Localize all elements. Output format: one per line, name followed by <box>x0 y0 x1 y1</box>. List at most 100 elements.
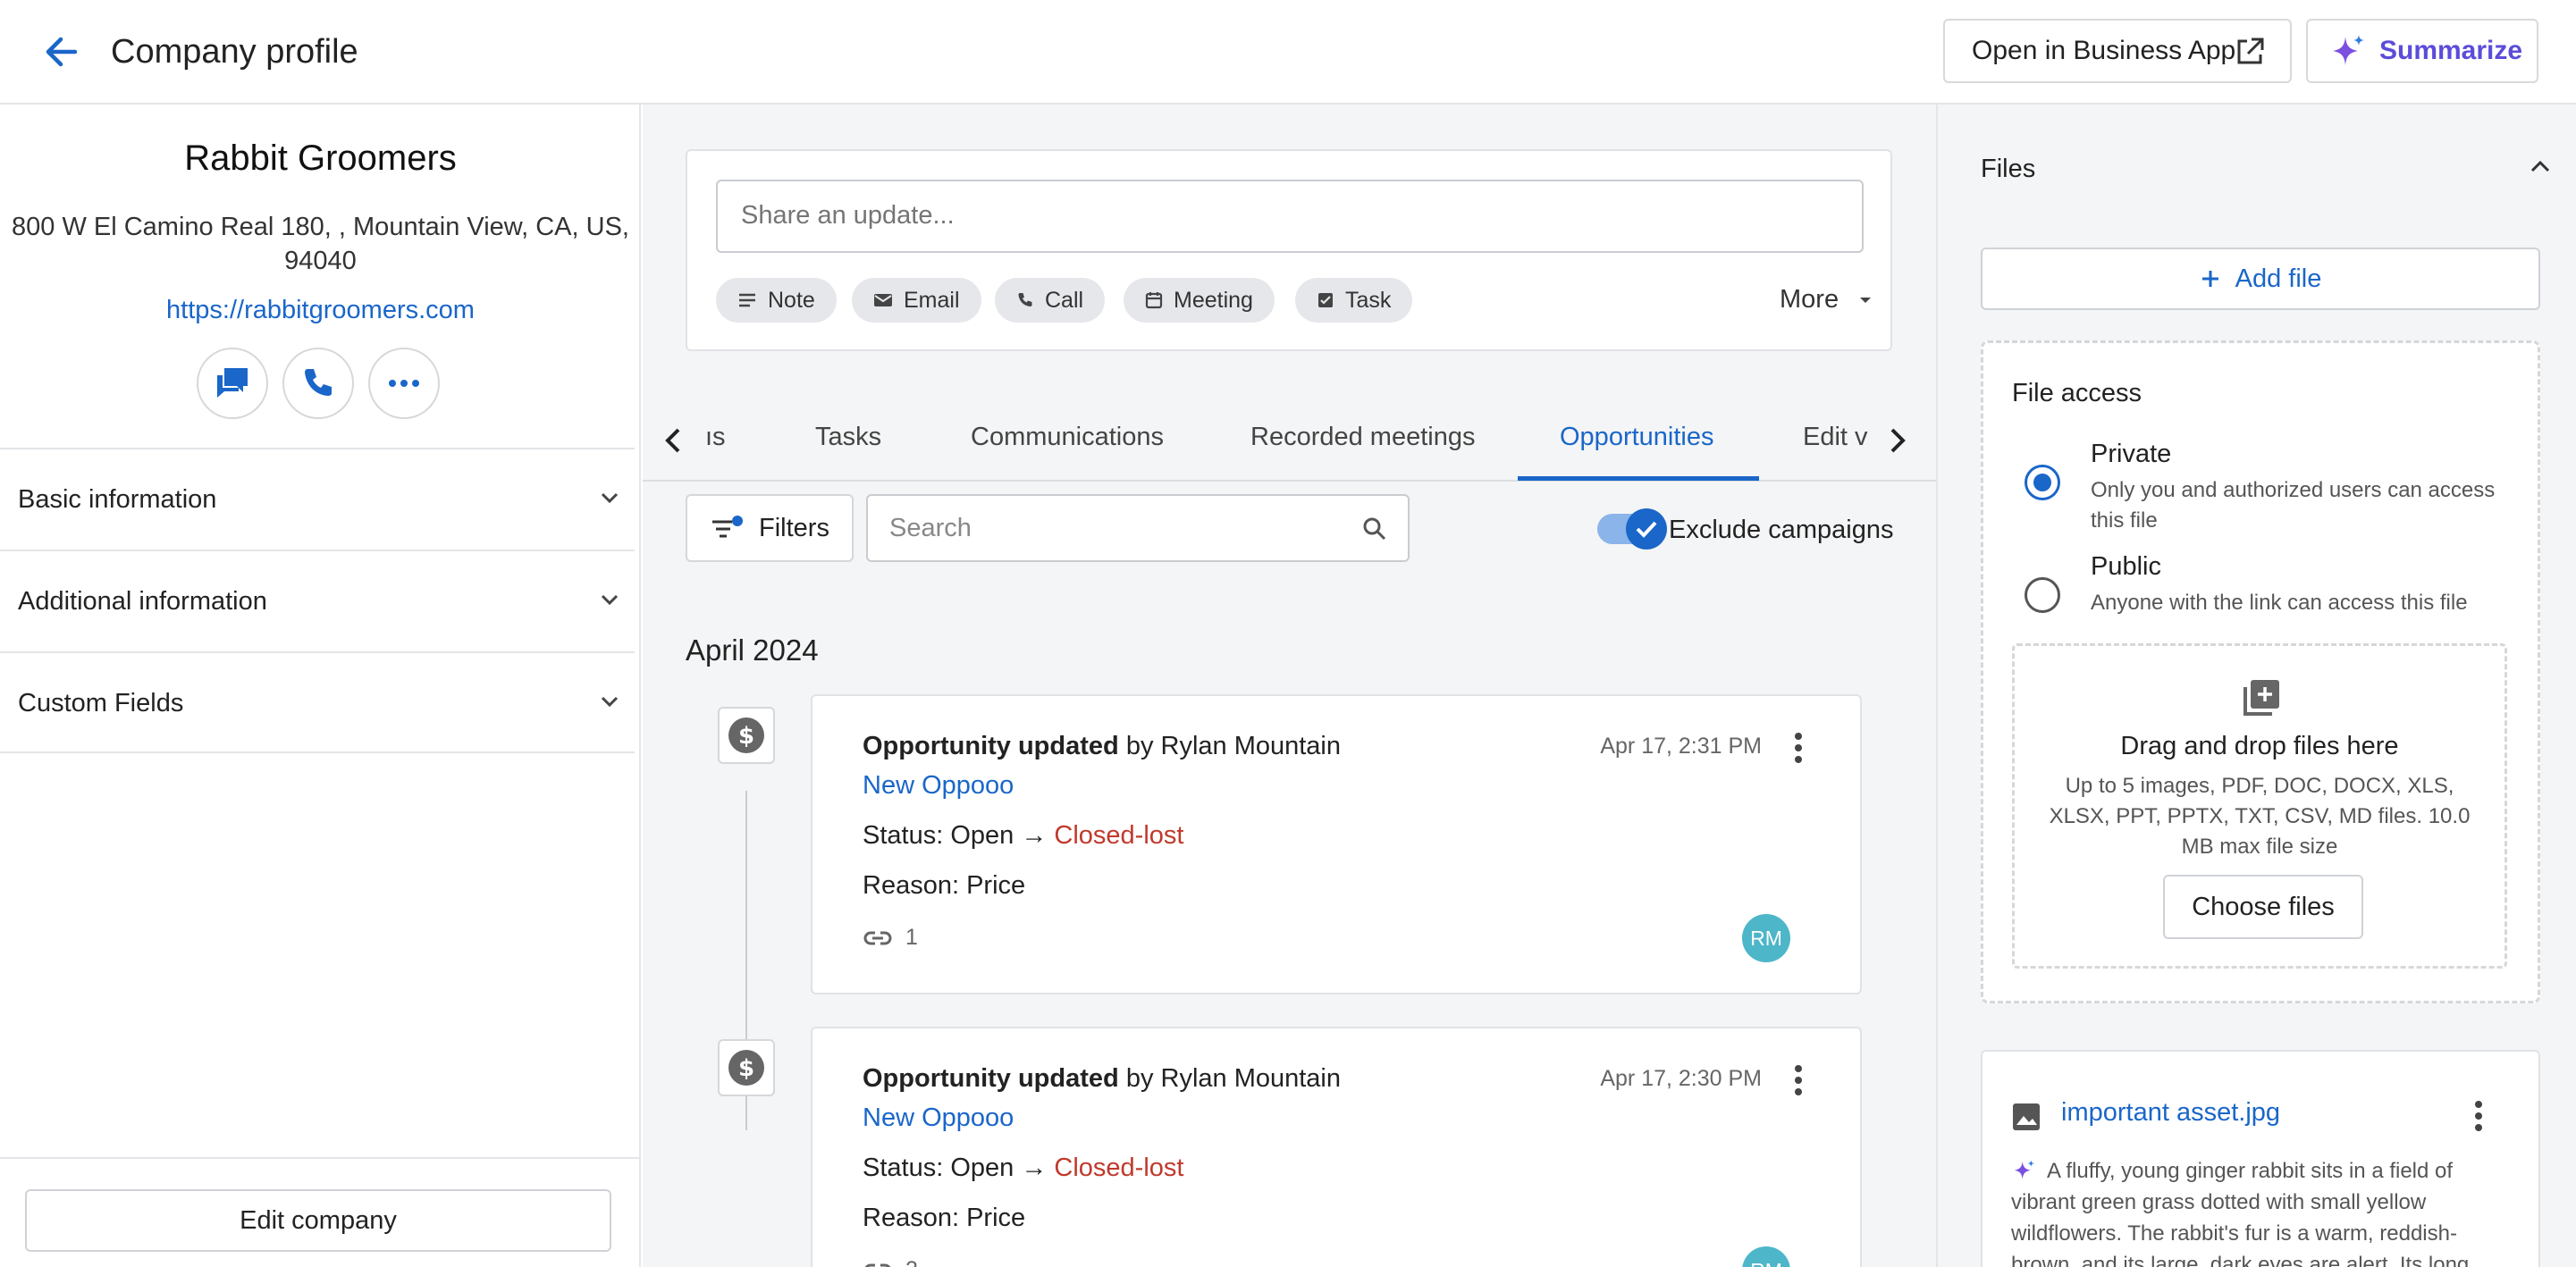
drop-description: Up to 5 images, PDF, DOC, DOCX, XLS, XLS… <box>2049 774 2471 859</box>
page-title: Company profile <box>111 33 358 71</box>
chip-label: Call <box>1045 287 1084 313</box>
email-icon <box>873 292 893 308</box>
filter-icon <box>711 515 746 541</box>
activity-panel: Note Email Call Meeting Task More ıs Tas… <box>643 105 1936 1267</box>
file-name-link[interactable]: important asset.jpg <box>2061 1098 2280 1128</box>
status-prefix: Status: Open → <box>863 1154 1055 1182</box>
file-access-box: File access Private Only you and authori… <box>1981 340 2540 1003</box>
public-description: Anyone with the link can access this fil… <box>2091 591 2468 615</box>
tab-opportunities[interactable]: Opportunities <box>1560 423 1714 452</box>
tab-tasks[interactable]: Tasks <box>815 423 881 452</box>
entry-headline: Opportunity updated by Rylan Mountain <box>863 1064 1341 1094</box>
section-additional-information[interactable]: Additional information <box>0 550 635 651</box>
file-access-heading: File access <box>2012 379 2142 407</box>
entry-links[interactable]: 1 <box>863 925 918 951</box>
exclude-campaigns-toggle[interactable] <box>1597 508 1667 550</box>
company-name: Rabbit Groomers <box>184 138 457 178</box>
entry-action: Opportunity updated <box>863 1064 1119 1093</box>
search-icon <box>1361 516 1388 542</box>
status-closed-lost: Closed-lost <box>1054 821 1184 850</box>
tab-edit-view[interactable]: Edit v <box>1803 423 1868 452</box>
opportunity-link[interactable]: New Oppooo <box>863 771 1014 801</box>
plus-icon <box>2200 268 2221 289</box>
call-button[interactable] <box>282 348 354 419</box>
app-header: Company profile Open in Business App Sum… <box>0 0 2576 105</box>
chip-label: Meeting <box>1174 287 1253 313</box>
more-vertical-icon[interactable] <box>1794 1064 1803 1096</box>
filters-label: Filters <box>759 513 829 542</box>
more-vertical-icon[interactable] <box>2474 1100 2483 1132</box>
opportunity-link[interactable]: New Oppooo <box>863 1103 1014 1133</box>
link-count: 1 <box>905 925 918 950</box>
private-radio[interactable] <box>2025 465 2060 500</box>
entry-links[interactable]: 2 <box>863 1257 918 1267</box>
chevron-up-icon[interactable] <box>2528 155 2553 180</box>
chevron-right-icon[interactable] <box>1883 423 1910 458</box>
chevron-down-icon <box>597 689 622 714</box>
image-file-icon <box>2011 1102 2041 1132</box>
public-title: Public <box>2091 552 2161 581</box>
toggle-knob <box>1626 508 1667 550</box>
tab-recorded-meetings[interactable]: Recorded meetings <box>1250 423 1475 452</box>
check-icon <box>1634 518 1659 540</box>
back-arrow-icon[interactable] <box>39 30 86 73</box>
status-closed-lost: Closed-lost <box>1054 1154 1184 1182</box>
add-file-button[interactable]: Add file <box>1981 248 2540 310</box>
chip-label: Note <box>768 287 815 313</box>
chevron-down-icon <box>597 485 622 510</box>
link-count: 2 <box>905 1257 918 1267</box>
svg-text:$: $ <box>738 723 754 750</box>
more-vertical-icon[interactable] <box>1794 732 1803 764</box>
more-dropdown[interactable]: More <box>1780 285 1873 315</box>
call-chip[interactable]: Call <box>995 278 1106 323</box>
phone-icon <box>300 365 336 401</box>
tab-communications[interactable]: Communications <box>971 423 1164 452</box>
entry-author: by Rylan Mountain <box>1125 732 1341 760</box>
share-update-input[interactable] <box>716 180 1864 253</box>
public-radio[interactable] <box>2025 577 2060 613</box>
meeting-chip[interactable]: Meeting <box>1124 278 1275 323</box>
activity-tabs: ıs Tasks Communications Recorded meeting… <box>643 399 1936 482</box>
timeline-card: Opportunity updated by Rylan Mountain Ap… <box>811 694 1862 994</box>
sidebar-footer: Edit company <box>0 1157 641 1267</box>
open-in-business-app-button[interactable]: Open in Business App <box>1943 19 2292 83</box>
search-input[interactable]: Search <box>866 494 1410 562</box>
company-website-link[interactable]: https://rabbitgroomers.com <box>0 296 641 325</box>
file-drop-zone[interactable]: Drag and drop files here Up to 5 images,… <box>2012 643 2507 969</box>
status-prefix: Status: Open → <box>863 821 1055 850</box>
choose-files-button[interactable]: Choose files <box>2163 875 2363 939</box>
avatar: RM <box>1742 1246 1790 1267</box>
note-chip[interactable]: Note <box>716 278 837 323</box>
filters-button[interactable]: Filters <box>686 494 854 562</box>
section-basic-information[interactable]: Basic information <box>0 448 635 550</box>
edit-company-button[interactable]: Edit company <box>25 1189 611 1252</box>
timeline-card: Opportunity updated by Rylan Mountain Ap… <box>811 1027 1862 1267</box>
tab-truncated[interactable]: ıs <box>705 423 726 452</box>
entry-date: Apr 17, 2:30 PM <box>1600 1066 1762 1091</box>
caret-down-icon <box>1858 296 1873 305</box>
entry-action: Opportunity updated <box>863 732 1119 760</box>
private-description: Only you and authorized users can access… <box>2091 478 2496 533</box>
entry-date: Apr 17, 2:31 PM <box>1600 734 1762 759</box>
link-icon <box>863 1261 893 1267</box>
company-address: 800 W El Camino Real 180, , Mountain Vie… <box>12 213 629 275</box>
section-label: Additional information <box>18 587 267 616</box>
more-actions-button[interactable] <box>368 348 440 419</box>
add-file-label: Add file <box>2235 264 2322 293</box>
add-files-icon <box>2242 678 2281 717</box>
more-horizontal-icon <box>388 379 420 388</box>
sparkle-icon <box>2328 33 2367 72</box>
summarize-button[interactable]: Summarize <box>2306 19 2538 83</box>
chip-label: Task <box>1345 287 1392 313</box>
exclude-campaigns-label: Exclude campaigns <box>1669 516 1894 544</box>
file-card: important asset.jpg A fluffy, young ging… <box>1981 1050 2540 1267</box>
svg-text:$: $ <box>738 1055 754 1082</box>
message-button[interactable] <box>197 348 268 419</box>
task-chip[interactable]: Task <box>1295 278 1413 323</box>
email-chip[interactable]: Email <box>852 278 981 323</box>
open-button-label: Open in Business App <box>1972 36 2236 65</box>
file-ai-description: A fluffy, young ginger rabbit sits in a … <box>2011 1159 2470 1267</box>
section-custom-fields[interactable]: Custom Fields <box>0 651 635 753</box>
note-lines-icon <box>737 292 757 308</box>
chevron-left-icon[interactable] <box>661 423 687 458</box>
